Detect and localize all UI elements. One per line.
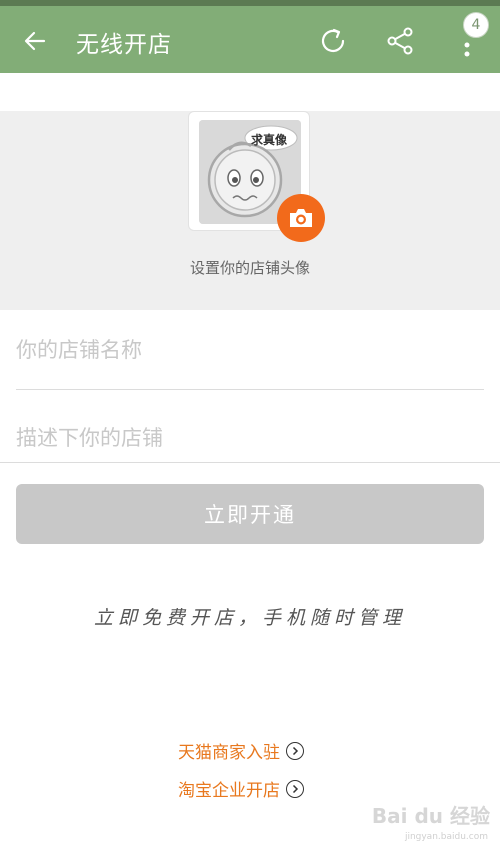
sticker-text: 求真像	[251, 133, 288, 147]
taobao-enterprise-link[interactable]: 淘宝企业开店	[178, 776, 304, 801]
tmall-merchant-link[interactable]: 天猫商家入驻	[178, 738, 304, 763]
page-title: 无线开店	[76, 32, 172, 58]
notification-badge: 4	[463, 12, 489, 38]
shop-name-input[interactable]: 你的店铺名称	[16, 334, 484, 364]
app-bar: 无线开店	[0, 6, 500, 73]
watermark-url: jingyan.baidu.com	[404, 832, 488, 842]
shop-description-input[interactable]: 描述下你的店铺	[16, 422, 484, 452]
share-button[interactable]	[382, 23, 418, 59]
divider	[16, 389, 484, 390]
chevron-right-icon	[286, 741, 304, 760]
refresh-button[interactable]	[315, 23, 351, 59]
refresh-icon	[321, 28, 345, 53]
tmall-link-label: 天猫商家入驻	[178, 743, 280, 763]
divider	[0, 462, 500, 463]
upload-photo-button[interactable]	[277, 194, 325, 242]
open-now-button[interactable]: 立即开通	[16, 484, 484, 544]
back-arrow-icon	[24, 31, 46, 51]
slogan-text: 立即免费开店，手机随时管理	[93, 607, 406, 629]
camera-icon	[290, 209, 312, 227]
baidu-watermark-logo: Bai du 经验	[371, 804, 490, 828]
share-icon	[387, 27, 413, 55]
back-button[interactable]	[18, 24, 52, 58]
avatar-caption: 设置你的店铺头像	[189, 259, 310, 277]
taobao-link-label: 淘宝企业开店	[178, 781, 280, 801]
chevron-right-icon	[286, 779, 304, 798]
avatar-section: 求真像 设置你的店铺头像	[0, 111, 500, 310]
